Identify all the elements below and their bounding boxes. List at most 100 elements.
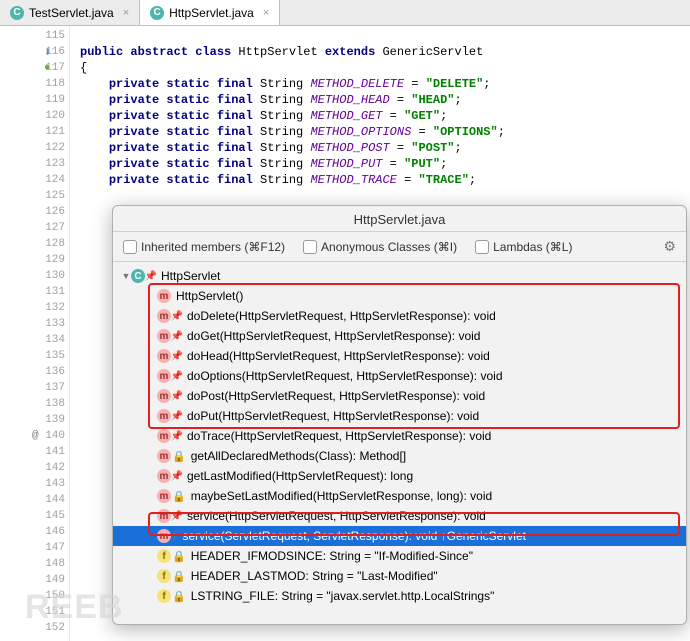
- method-icon: m: [157, 469, 171, 483]
- line-number: 135: [0, 348, 69, 364]
- tree-root[interactable]: ▼C📌 HttpServlet: [113, 266, 686, 286]
- pin-icon: 📌: [172, 431, 182, 441]
- member-label: getLastModified(HttpServletRequest): lon…: [187, 469, 413, 483]
- method-icon: m: [157, 389, 171, 403]
- close-icon[interactable]: ×: [263, 7, 269, 19]
- method-icon: m: [157, 369, 171, 383]
- member-label: doOptions(HttpServletRequest, HttpServle…: [187, 369, 503, 383]
- line-number: 120: [0, 108, 69, 124]
- tree-member[interactable]: m🔒maybeSetLastModified(HttpServletRespon…: [113, 486, 686, 506]
- tree-member[interactable]: m📌doTrace(HttpServletRequest, HttpServle…: [113, 426, 686, 446]
- filter-lambdas[interactable]: Lambdas (⌘L): [475, 240, 572, 254]
- line-number: 127: [0, 220, 69, 236]
- class-icon: C: [131, 269, 145, 283]
- checkbox-icon[interactable]: [123, 240, 137, 254]
- tree-member[interactable]: m📌doPut(HttpServletRequest, HttpServletR…: [113, 406, 686, 426]
- line-number: 123: [0, 156, 69, 172]
- code-line: {: [80, 60, 690, 76]
- method-icon: m: [157, 429, 171, 443]
- line-number: 133: [0, 316, 69, 332]
- line-number: 130: [0, 268, 69, 284]
- method-icon: m: [157, 309, 171, 323]
- override-icon[interactable]: ●: [44, 63, 50, 74]
- code-line: private static final String METHOD_OPTIO…: [80, 124, 690, 140]
- code-line: [80, 188, 690, 204]
- filter-inherited[interactable]: Inherited members (⌘F12): [123, 240, 285, 254]
- pin-icon: 📌: [172, 371, 182, 381]
- at-icon: @: [32, 430, 39, 442]
- tab-label: HttpServlet.java: [169, 6, 254, 20]
- field-icon: f: [157, 569, 171, 583]
- line-number: 117●: [0, 60, 69, 76]
- tree-member[interactable]: m📌doPost(HttpServletRequest, HttpServlet…: [113, 386, 686, 406]
- line-number: 139: [0, 412, 69, 428]
- checkbox-icon[interactable]: [303, 240, 317, 254]
- pin-icon: 📌: [172, 391, 182, 401]
- gear-icon[interactable]: ⚙: [663, 238, 676, 255]
- structure-tree[interactable]: ▼C📌HttpServletmHttpServlet()m📌doDelete(H…: [113, 262, 686, 622]
- pin-icon: 📌: [146, 271, 156, 281]
- pin-icon: 📌: [172, 351, 182, 361]
- line-number: 143: [0, 476, 69, 492]
- line-number: 132: [0, 300, 69, 316]
- member-label: LSTRING_FILE: String = "javax.servlet.ht…: [191, 589, 495, 603]
- member-label: maybeSetLastModified(HttpServletResponse…: [191, 489, 493, 503]
- tree-member[interactable]: m🔒getAllDeclaredMethods(Class): Method[]: [113, 446, 686, 466]
- line-number: 128: [0, 236, 69, 252]
- class-icon: C: [150, 6, 164, 20]
- line-number: 146: [0, 524, 69, 540]
- tree-member[interactable]: m↑service(ServletRequest, ServletRespons…: [113, 526, 686, 546]
- code-line: private static final String METHOD_POST …: [80, 140, 690, 156]
- tree-member[interactable]: m📌getLastModified(HttpServletRequest): l…: [113, 466, 686, 486]
- line-number: 147: [0, 540, 69, 556]
- lock-icon: 🔒: [172, 570, 186, 583]
- line-number: 118: [0, 76, 69, 92]
- tree-label: HttpServlet: [161, 269, 220, 283]
- field-icon: f: [157, 589, 171, 603]
- line-number: 122: [0, 140, 69, 156]
- code-line: private static final String METHOD_HEAD …: [80, 92, 690, 108]
- download-icon[interactable]: ⬇: [44, 45, 51, 60]
- line-gutter: 115116⬇117●11811912012112212312412512612…: [0, 26, 70, 641]
- method-icon: m: [157, 489, 171, 503]
- tree-member[interactable]: m📌doGet(HttpServletRequest, HttpServletR…: [113, 326, 686, 346]
- structure-popup: HttpServlet.java Inherited members (⌘F12…: [112, 205, 687, 625]
- line-number: 152: [0, 620, 69, 636]
- line-number: 125: [0, 188, 69, 204]
- tree-member[interactable]: m📌doDelete(HttpServletRequest, HttpServl…: [113, 306, 686, 326]
- member-label: service(ServletRequest, ServletResponse)…: [183, 529, 526, 543]
- checkbox-icon[interactable]: [475, 240, 489, 254]
- pin-icon: 📌: [172, 411, 182, 421]
- tree-member[interactable]: m📌 doOptions(HttpServletRequest, HttpServ…: [113, 366, 686, 386]
- code-line: private static final String METHOD_GET =…: [80, 108, 690, 124]
- member-label: getAllDeclaredMethods(Class): Method[]: [191, 449, 406, 463]
- line-number: 126: [0, 204, 69, 220]
- member-label: HEADER_LASTMOD: String = "Last-Modified": [191, 569, 438, 583]
- tree-member[interactable]: f🔒HEADER_IFMODSINCE: String = "If-Modifi…: [113, 546, 686, 566]
- line-number: 116⬇: [0, 44, 69, 60]
- tab-httpservlet[interactable]: C HttpServlet.java ×: [140, 0, 280, 25]
- tab-testservlet[interactable]: C TestServlet.java ×: [0, 0, 140, 25]
- close-icon[interactable]: ×: [123, 7, 129, 19]
- code-line: private static final String METHOD_TRACE…: [80, 172, 690, 188]
- line-number: 150: [0, 588, 69, 604]
- lock-icon: 🔒: [172, 550, 186, 563]
- tree-member[interactable]: m📌doHead(HttpServletRequest, HttpServlet…: [113, 346, 686, 366]
- override-up-icon: ↑: [172, 530, 178, 542]
- line-number: 136: [0, 364, 69, 380]
- line-number: 145: [0, 508, 69, 524]
- filter-anonymous[interactable]: Anonymous Classes (⌘I): [303, 240, 457, 254]
- line-number: 144: [0, 492, 69, 508]
- tree-member[interactable]: m📌service(HttpServletRequest, HttpServle…: [113, 506, 686, 526]
- lock-icon: 🔒: [172, 450, 186, 463]
- member-label: doPut(HttpServletRequest, HttpServletRes…: [187, 409, 479, 423]
- tree-member[interactable]: mHttpServlet(): [113, 286, 686, 306]
- line-number: 151: [0, 604, 69, 620]
- chevron-down-icon[interactable]: ▼: [121, 271, 131, 281]
- tree-member[interactable]: f🔒 HEADER_LASTMOD: String = "Last-Modifie…: [113, 566, 686, 586]
- line-number: 119: [0, 92, 69, 108]
- line-number: 142: [0, 460, 69, 476]
- line-number: 115: [0, 28, 69, 44]
- tree-member[interactable]: f🔒LSTRING_FILE: String = "javax.servlet.…: [113, 586, 686, 606]
- method-icon: m: [157, 349, 171, 363]
